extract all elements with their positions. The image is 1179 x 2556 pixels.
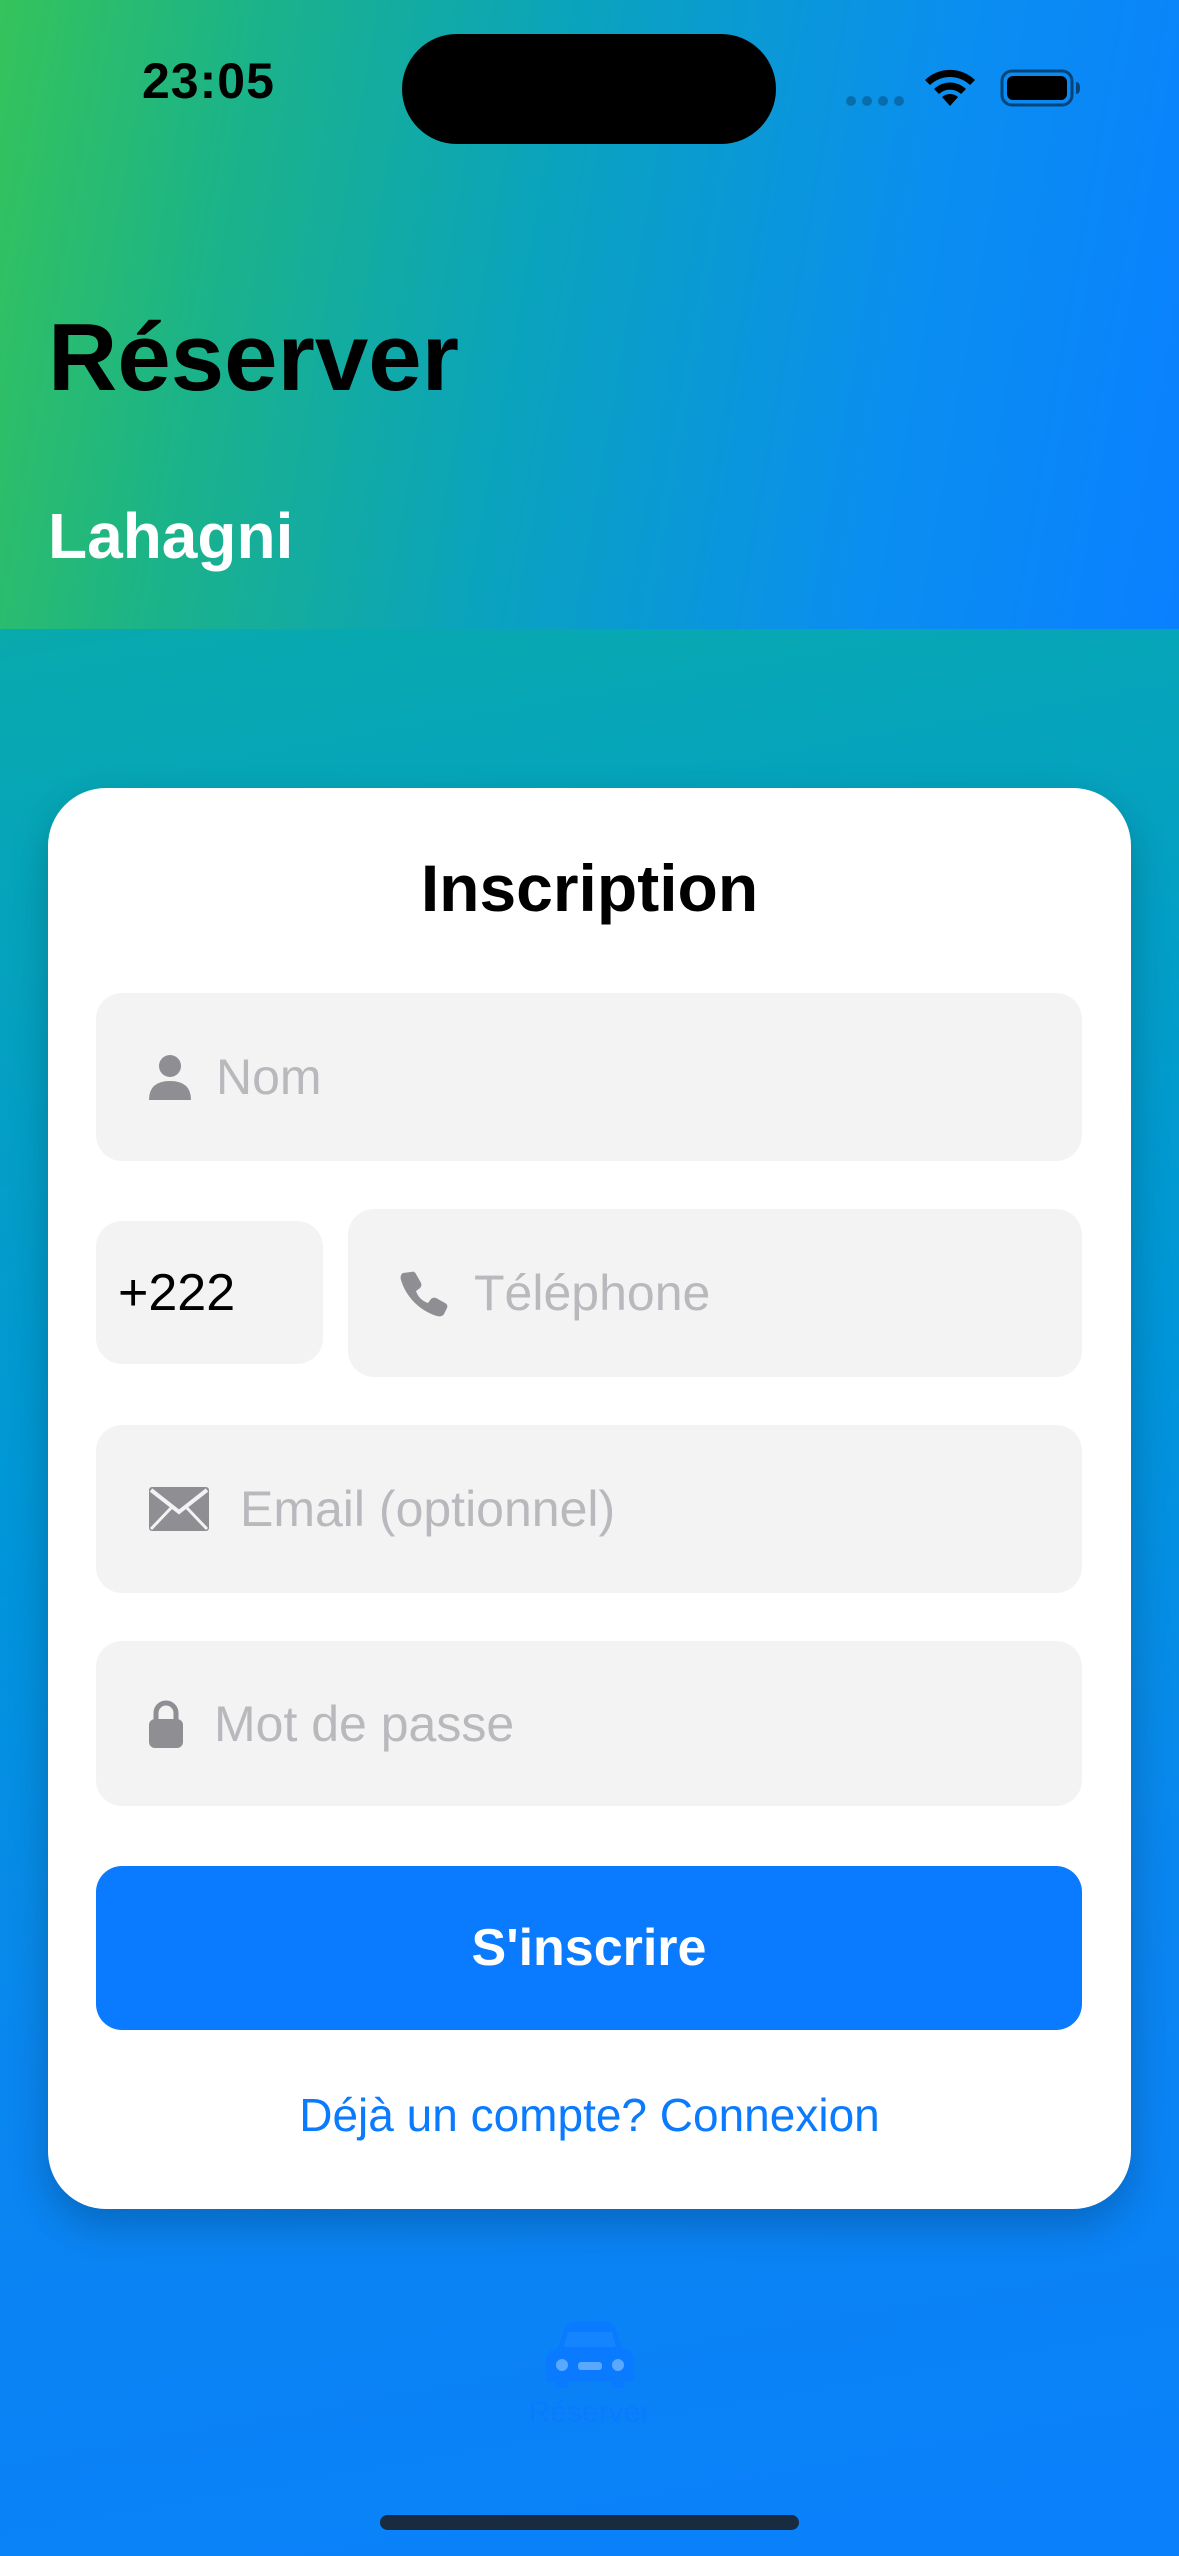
login-link[interactable]: Déjà un compte? Connexion bbox=[48, 2088, 1131, 2142]
phone-placeholder: Téléphone bbox=[474, 1265, 711, 1321]
phone-field[interactable]: Téléphone bbox=[348, 1209, 1082, 1377]
country-code-field[interactable]: +222 bbox=[96, 1221, 323, 1364]
signal-dots-icon bbox=[846, 96, 904, 106]
country-code-value: +222 bbox=[118, 1263, 236, 1322]
name-field[interactable]: Nom bbox=[96, 993, 1082, 1161]
email-placeholder: Email (optionnel) bbox=[240, 1481, 616, 1537]
password-field[interactable]: Mot de passe bbox=[96, 1641, 1082, 1806]
home-indicator[interactable] bbox=[380, 2515, 799, 2530]
envelope-icon bbox=[148, 1486, 210, 1532]
dynamic-island bbox=[402, 34, 776, 144]
car-icon bbox=[545, 2322, 634, 2388]
app-screen: 23:05 Réserver Lahagni Inscription Nom +… bbox=[0, 0, 1179, 2556]
wifi-icon bbox=[925, 69, 975, 106]
phone-icon bbox=[400, 1269, 448, 1317]
page-title: Réserver bbox=[48, 304, 459, 411]
battery-icon bbox=[1000, 69, 1080, 107]
signup-button[interactable]: S'inscrire bbox=[96, 1866, 1082, 2030]
status-bar-time: 23:05 bbox=[142, 53, 275, 109]
lock-icon bbox=[148, 1699, 184, 1749]
password-placeholder: Mot de passe bbox=[214, 1695, 515, 1752]
name-placeholder: Nom bbox=[216, 1049, 322, 1105]
person-icon bbox=[148, 1054, 192, 1100]
page-subtitle: Lahagni bbox=[48, 500, 294, 572]
tab-reserver[interactable]: Réserver bbox=[500, 2320, 679, 2460]
signup-card: Inscription Nom +222 Téléphone Email (op… bbox=[48, 788, 1131, 2209]
header: 23:05 Réserver Lahagni bbox=[0, 0, 1179, 629]
email-field[interactable]: Email (optionnel) bbox=[96, 1425, 1082, 1593]
signup-title: Inscription bbox=[420, 851, 759, 925]
tab-reserver-label: Réserver bbox=[528, 2396, 651, 2429]
